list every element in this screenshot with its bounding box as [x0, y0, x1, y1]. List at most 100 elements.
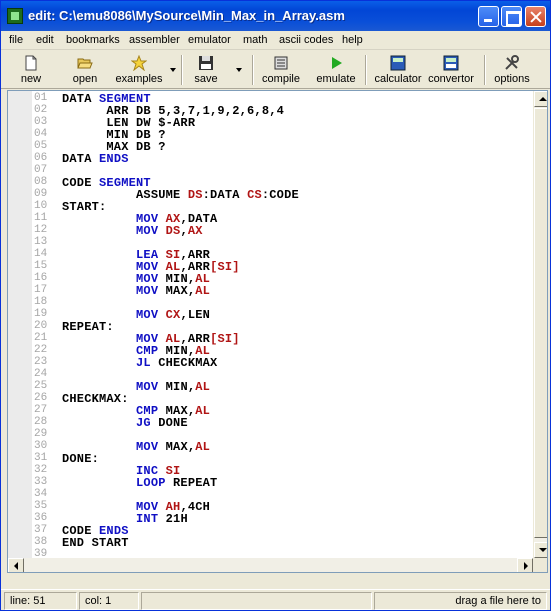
- line-number: 19: [34, 308, 48, 320]
- app-icon[interactable]: [7, 8, 23, 24]
- new-button[interactable]: new: [13, 53, 49, 87]
- menu-help[interactable]: help: [342, 34, 363, 46]
- line-number: 33: [34, 476, 48, 488]
- line-number: 13: [34, 236, 48, 248]
- status-line: line: 51: [4, 592, 77, 610]
- line-number: 08: [34, 176, 48, 188]
- code-text: MIN,: [158, 380, 196, 394]
- code-register: CS: [247, 188, 262, 202]
- examples-button[interactable]: examples: [113, 53, 165, 87]
- line-number: 02: [34, 104, 48, 116]
- emulate-button[interactable]: emulate: [313, 53, 359, 87]
- options-button[interactable]: options: [491, 53, 533, 87]
- code-line[interactable]: JL CHECKMAX: [62, 356, 217, 370]
- code-text: MAX,: [158, 440, 196, 454]
- examples-dropdown-icon[interactable]: [170, 68, 176, 72]
- scroll-left-button[interactable]: [8, 558, 24, 572]
- line-number: 38: [34, 536, 48, 548]
- toolbar-separator: [252, 55, 254, 85]
- open-button[interactable]: open: [67, 53, 103, 87]
- code-register: [SI]: [210, 260, 240, 274]
- line-number: 20: [34, 320, 48, 332]
- code-line[interactable]: JG DONE: [62, 416, 188, 430]
- line-number: 30: [34, 440, 48, 452]
- arrow-left-icon: [14, 562, 18, 570]
- code-text: REPEAT: [165, 476, 218, 490]
- line-number: 25: [34, 380, 48, 392]
- status-bar: line: 51 col: 1 drag a file here to: [1, 589, 550, 610]
- floppy-disk-icon: [199, 56, 213, 70]
- menu-edit[interactable]: edit: [36, 34, 54, 46]
- code-line[interactable]: MOV DS,AX: [62, 224, 203, 238]
- code-register: DS: [165, 224, 181, 238]
- code-text: CHECKMAX: [150, 356, 218, 370]
- line-number: 29: [34, 428, 48, 440]
- star-icon: [131, 55, 147, 71]
- line-number: 10: [34, 200, 48, 212]
- menu-file[interactable]: file: [9, 34, 23, 46]
- save-dropdown-icon[interactable]: [236, 68, 242, 72]
- calculator-button[interactable]: calculator: [372, 53, 424, 87]
- code-keyword: MOV: [136, 284, 159, 298]
- code-text: 21H: [158, 512, 188, 526]
- convertor-button[interactable]: convertor: [425, 53, 477, 87]
- line-number: 34: [34, 488, 48, 500]
- window-title: edit: C:\emu8086\MySource\Min_Max_in_Arr…: [28, 8, 345, 23]
- compile-icon: [274, 56, 288, 70]
- line-number: 26: [34, 392, 48, 404]
- play-icon: [332, 57, 342, 69]
- line-number: 07: [34, 164, 48, 176]
- menu-math[interactable]: math: [243, 34, 267, 46]
- code-line[interactable]: END START: [62, 536, 129, 550]
- toolbar-separator: [365, 55, 367, 85]
- horizontal-scrollbar[interactable]: [8, 558, 533, 572]
- code-text: DONE: [150, 416, 188, 430]
- code-keyword: MOV: [136, 380, 159, 394]
- line-number: 14: [34, 248, 48, 260]
- code-register: AL: [195, 284, 211, 298]
- save-button[interactable]: save: [188, 53, 224, 87]
- scroll-up-button[interactable]: [534, 91, 547, 107]
- code-keyword: MOV: [136, 308, 159, 322]
- vertical-scrollbar[interactable]: [533, 91, 547, 558]
- code-register: CX: [165, 308, 181, 322]
- tools-icon: [505, 55, 519, 70]
- vertical-scroll-thumb[interactable]: [534, 108, 547, 538]
- line-number: 18: [34, 296, 48, 308]
- menu-assembler[interactable]: assembler: [129, 34, 180, 46]
- line-number: 15: [34, 260, 48, 272]
- calculator-icon: [390, 55, 406, 71]
- code-line[interactable]: MOV MAX,AL: [62, 284, 210, 298]
- code-area[interactable]: 01 DATA SEGMENT 02 ARR DB 5,3,7,1,9,2,6,8,…: [8, 91, 533, 572]
- editor-window: edit: C:\emu8086\MySource\Min_Max_in_Arr…: [0, 0, 551, 611]
- code-line[interactable]: DATA ENDS: [62, 152, 129, 166]
- code-text: DATA: [62, 152, 100, 166]
- code-keyword: MOV: [136, 224, 159, 238]
- line-number: 21: [34, 332, 48, 344]
- minimize-button[interactable]: [478, 6, 499, 27]
- menu-ascii-codes[interactable]: ascii codes: [279, 34, 333, 46]
- menu-bar: file edit bookmarks assembler emulator m…: [1, 31, 550, 50]
- code-editor[interactable]: 01 DATA SEGMENT 02 ARR DB 5,3,7,1,9,2,6,8,…: [7, 90, 548, 573]
- menu-bookmarks[interactable]: bookmarks: [66, 34, 120, 46]
- line-number: 32: [34, 464, 48, 476]
- menu-emulator[interactable]: emulator: [188, 34, 231, 46]
- line-number: 23: [34, 356, 48, 368]
- line-number: 09: [34, 188, 48, 200]
- code-line[interactable]: LOOP REPEAT: [62, 476, 217, 490]
- status-empty-pane: [141, 592, 372, 610]
- compile-button[interactable]: compile: [259, 53, 303, 87]
- title-bar[interactable]: edit: C:\emu8086\MySource\Min_Max_in_Arr…: [1, 1, 550, 31]
- arrow-down-icon: [539, 548, 547, 552]
- close-button[interactable]: [525, 6, 546, 27]
- scroll-right-button[interactable]: [517, 558, 533, 572]
- scroll-down-button[interactable]: [534, 542, 547, 558]
- maximize-button[interactable]: [501, 6, 522, 27]
- line-number: 31: [34, 452, 48, 464]
